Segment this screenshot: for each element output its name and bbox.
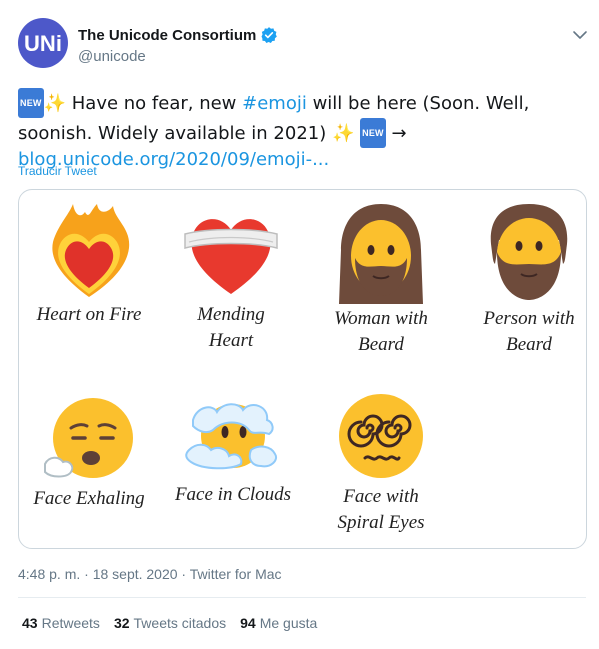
emoji-cell-person-with-beard: Person with Beard: [459, 200, 586, 358]
person-with-beard-icon: [490, 204, 568, 300]
quote-tweets-stat[interactable]: 32 Tweets citados: [114, 615, 226, 631]
emoji-label: Person with Beard: [483, 308, 575, 355]
likes-stat[interactable]: 94 Me gusta: [240, 615, 317, 631]
new-button-emoji-icon: NEW: [360, 118, 386, 148]
chevron-down-icon[interactable]: [572, 27, 588, 43]
new-button-emoji-icon: NEW: [18, 88, 44, 118]
emoji-label: Face in Clouds: [174, 484, 292, 505]
unicode-logo-icon: UNi: [24, 31, 62, 56]
quote-tweets-label: Tweets citados: [133, 615, 227, 631]
sparkles-emoji-icon: ✨: [43, 93, 67, 114]
emoji-label: Face with Spiral Eyes: [337, 486, 425, 533]
display-name-text: The Unicode Consortium: [78, 26, 257, 44]
user-handle[interactable]: @unicode: [78, 48, 278, 65]
emoji-cell-mending-heart: Mending Heart: [161, 202, 301, 354]
emoji-label: Mending Heart: [197, 304, 265, 351]
face-exhaling-icon: [44, 398, 133, 478]
quote-tweets-count: 32: [113, 615, 130, 631]
retweets-count: 43: [22, 615, 38, 631]
translate-tweet-link[interactable]: Traducir Tweet: [18, 164, 97, 178]
emoji-cell-heart-on-fire: Heart on Fire: [19, 202, 159, 328]
retweets-stat[interactable]: 43 Retweets: [22, 615, 100, 631]
tweet-text-part1: Have no fear, new: [66, 93, 243, 114]
likes-count: 94: [240, 615, 256, 631]
tweet-timestamp[interactable]: 4:48 p. m. · 18 sept. 2020 · Twitter for…: [18, 566, 282, 582]
heart-on-fire-icon: [52, 204, 130, 297]
hashtag-link[interactable]: #emoji: [242, 93, 307, 114]
face-in-clouds-icon: [185, 403, 277, 470]
arrow-text: →: [385, 123, 407, 144]
tweet-stats: 43 Retweets 32 Tweets citados 94 Me gusta: [22, 615, 317, 631]
tweet-text: NEW ✨ Have no fear, new #emoji will be he…: [18, 88, 586, 172]
retweets-label: Retweets: [41, 615, 100, 631]
mending-heart-icon: [184, 219, 278, 294]
author-block[interactable]: The Unicode Consortium @unicode: [78, 26, 278, 65]
emoji-label: Heart on Fire: [36, 304, 142, 325]
woman-with-beard-icon: [339, 204, 423, 304]
sparkles-emoji-icon: ✨: [331, 123, 355, 144]
likes-label: Me gusta: [259, 615, 318, 631]
avatar[interactable]: UNi: [18, 18, 68, 68]
emoji-cell-woman-with-beard: Woman with Beard: [311, 200, 451, 358]
emoji-cell-face-with-spiral-eyes: Face with Spiral Eyes: [311, 388, 451, 536]
face-with-spiral-eyes-icon: [339, 394, 423, 478]
emoji-cell-face-in-clouds: Face in Clouds: [163, 390, 303, 508]
emoji-cell-face-exhaling: Face Exhaling: [19, 390, 159, 512]
verified-badge-icon: [261, 27, 278, 44]
emoji-label: Woman with Beard: [334, 308, 428, 355]
display-name[interactable]: The Unicode Consortium: [78, 26, 278, 44]
avatar-logo-text: UNi: [24, 31, 62, 56]
divider: [18, 597, 586, 598]
media-image[interactable]: Heart on Fire Mending Heart Woman with B…: [18, 189, 587, 549]
emoji-label: Face Exhaling: [33, 488, 145, 509]
